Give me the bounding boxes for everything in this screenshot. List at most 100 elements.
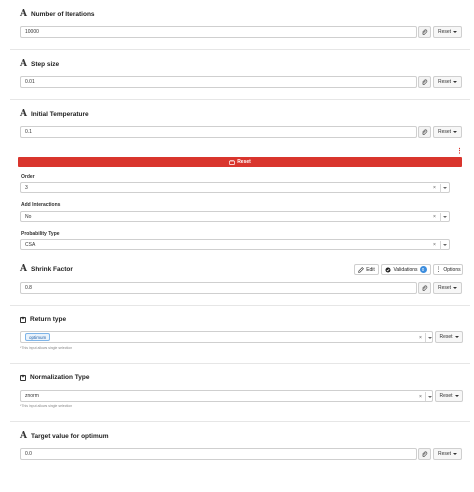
order-label: Order bbox=[21, 174, 35, 180]
caret-down-icon bbox=[454, 336, 459, 338]
reset-icon bbox=[229, 159, 236, 165]
letter-a-icon: A bbox=[20, 109, 27, 119]
order-value: 3 bbox=[25, 184, 28, 191]
initial-temp-reset-label: Reset bbox=[437, 129, 452, 135]
shrink-factor-reset-label: Reset bbox=[437, 285, 452, 291]
letter-a-icon: A bbox=[20, 59, 27, 69]
checkbox-icon: + bbox=[20, 316, 26, 323]
paperclip-icon[interactable] bbox=[418, 282, 431, 294]
step-size-input[interactable]: 0.01 bbox=[20, 76, 417, 88]
shrink-factor-input[interactable]: 0.8 bbox=[20, 282, 417, 294]
return-type-reset-button[interactable]: Reset bbox=[435, 331, 463, 343]
iterations-reset-label: Reset bbox=[437, 29, 452, 35]
normalization-type-value: znorm bbox=[25, 393, 39, 399]
target-value-reset-label: Reset bbox=[437, 451, 452, 457]
caret-down-icon bbox=[443, 187, 447, 189]
reset-bar-button[interactable]: Reset bbox=[18, 157, 462, 167]
probability-type-value: CSA bbox=[25, 241, 36, 248]
shrink-factor-title: A Shrink Factor bbox=[20, 265, 73, 274]
normalization-type-help: *This input allows single selection bbox=[20, 404, 73, 408]
initial-temp-input[interactable]: 0.1 bbox=[20, 126, 417, 138]
iterations-input[interactable]: 10000 bbox=[20, 26, 417, 38]
shrink-factor-title-text: Shrink Factor bbox=[30, 266, 73, 273]
close-icon[interactable]: × bbox=[419, 335, 422, 341]
target-value-title: A Target value for optimum bbox=[20, 432, 109, 441]
options-button[interactable]: ⋮ Options bbox=[433, 264, 463, 275]
reset-bar-label: Reset bbox=[237, 159, 251, 165]
divider bbox=[10, 421, 470, 422]
initial-temp-reset-button[interactable]: Reset bbox=[433, 126, 462, 138]
return-type-tag[interactable]: optimum bbox=[25, 333, 51, 341]
select-separator bbox=[440, 212, 441, 222]
shrink-factor-reset-button[interactable]: Reset bbox=[433, 282, 462, 294]
close-icon[interactable]: × bbox=[433, 185, 436, 191]
vertical-dots-icon: ⋮ bbox=[435, 267, 442, 273]
iterations-title-text: Number of Iterations bbox=[30, 11, 95, 18]
target-value-title-text: Target value for optimum bbox=[30, 433, 109, 440]
caret-down-icon bbox=[428, 395, 432, 398]
select-separator bbox=[440, 240, 441, 250]
step-size-title-text: Step size bbox=[30, 61, 60, 68]
step-size-reset-label: Reset bbox=[437, 79, 452, 85]
return-type-select[interactable]: optimum × bbox=[20, 331, 433, 343]
step-size-reset-button[interactable]: Reset bbox=[433, 76, 462, 88]
caret-down-icon bbox=[453, 287, 458, 289]
add-interactions-label: Add Interactions bbox=[21, 202, 61, 208]
normalization-type-select[interactable]: znorm × bbox=[20, 390, 433, 402]
normalization-type-title-text: Normalization Type bbox=[30, 374, 90, 381]
caret-down-icon bbox=[453, 131, 458, 133]
paperclip-icon[interactable] bbox=[418, 26, 431, 38]
target-value-reset-button[interactable]: Reset bbox=[433, 448, 462, 460]
close-icon[interactable]: × bbox=[433, 242, 436, 248]
caret-down-icon bbox=[443, 244, 447, 246]
paperclip-icon[interactable] bbox=[418, 448, 431, 460]
target-value-input[interactable]: 0.0 bbox=[20, 448, 417, 460]
initial-temp-title: A Initial Temperature bbox=[20, 110, 89, 119]
select-separator bbox=[440, 183, 441, 193]
divider bbox=[10, 49, 470, 50]
caret-down-icon bbox=[443, 216, 447, 218]
caret-down-icon bbox=[428, 336, 432, 339]
letter-a-icon: A bbox=[20, 9, 27, 19]
paperclip-icon[interactable] bbox=[418, 76, 431, 88]
letter-a-icon: A bbox=[20, 264, 27, 274]
edit-button[interactable]: Edit bbox=[354, 264, 379, 275]
caret-down-icon bbox=[454, 395, 459, 397]
probability-type-select[interactable]: CSA × bbox=[20, 239, 450, 250]
initial-temp-title-text: Initial Temperature bbox=[30, 111, 89, 118]
pencil-icon bbox=[358, 266, 365, 273]
probability-type-label: Probability Type bbox=[21, 231, 60, 237]
step-size-title: A Step size bbox=[20, 60, 59, 69]
normalization-type-reset-label: Reset bbox=[439, 393, 453, 399]
add-interactions-value: No bbox=[25, 213, 32, 220]
return-type-help: *This input allows single selection bbox=[20, 346, 73, 350]
add-interactions-select[interactable]: No × bbox=[20, 211, 450, 222]
iterations-reset-button[interactable]: Reset bbox=[433, 26, 462, 38]
caret-down-icon bbox=[453, 31, 458, 33]
return-type-title: + Return type bbox=[20, 316, 66, 323]
select-separator bbox=[425, 392, 426, 401]
close-icon[interactable]: × bbox=[419, 394, 422, 400]
close-icon[interactable]: × bbox=[433, 214, 436, 220]
normalization-type-title: + Normalization Type bbox=[20, 374, 89, 381]
validations-count-badge: 0 bbox=[419, 266, 427, 273]
vertical-dots-icon[interactable]: ⋮ bbox=[456, 148, 463, 155]
return-type-reset-label: Reset bbox=[439, 334, 453, 340]
iterations-title: A Number of Iterations bbox=[20, 10, 95, 19]
divider bbox=[10, 363, 470, 364]
order-select[interactable]: 3 × bbox=[20, 182, 450, 193]
options-label: Options bbox=[443, 266, 461, 273]
edit-label: Edit bbox=[366, 266, 375, 273]
select-separator bbox=[425, 333, 426, 342]
validations-label: Validations bbox=[393, 266, 418, 273]
normalization-type-reset-button[interactable]: Reset bbox=[435, 390, 463, 402]
divider bbox=[10, 305, 470, 306]
return-type-title-text: Return type bbox=[30, 316, 67, 323]
checkbox-icon: + bbox=[20, 374, 26, 381]
validations-button[interactable]: Validations 0 bbox=[381, 264, 431, 275]
paperclip-icon[interactable] bbox=[418, 126, 431, 138]
divider bbox=[10, 99, 470, 100]
check-circle-icon bbox=[385, 266, 391, 273]
caret-down-icon bbox=[453, 453, 458, 455]
caret-down-icon bbox=[453, 81, 458, 83]
